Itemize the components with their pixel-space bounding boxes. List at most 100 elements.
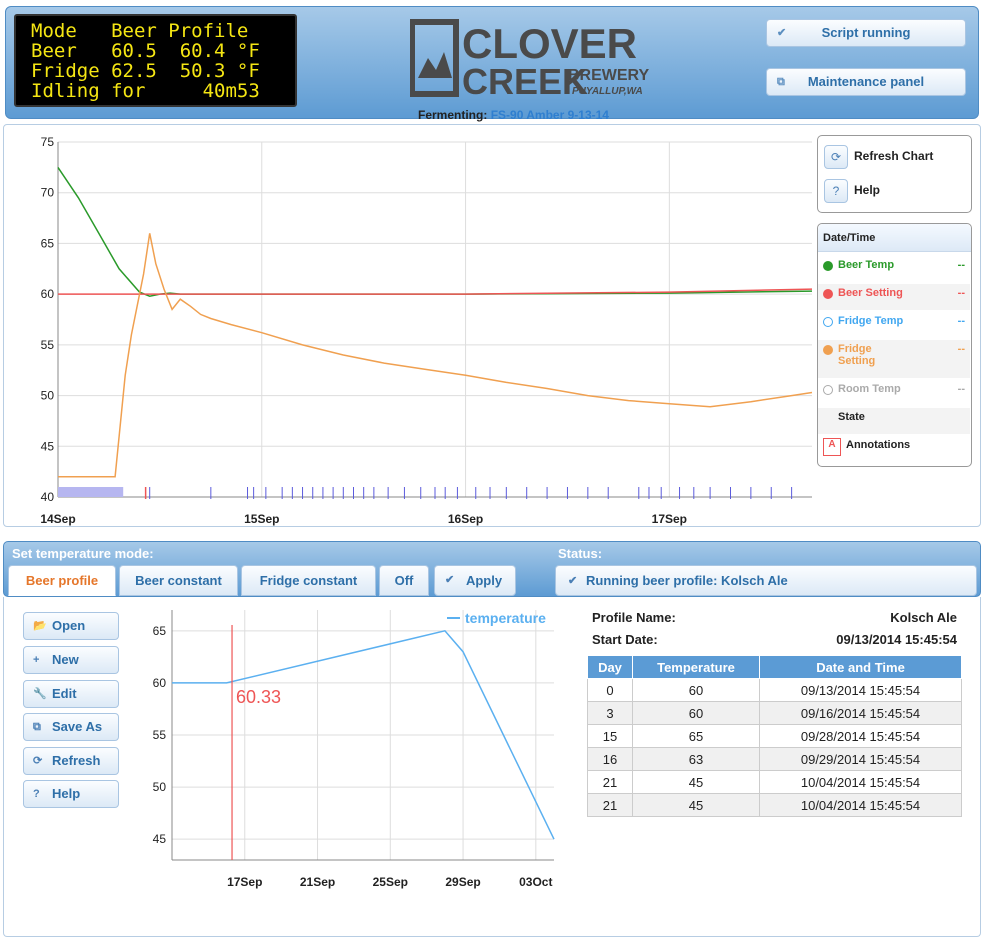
help-label: Help (52, 786, 81, 801)
help-icon[interactable]: ? (824, 179, 848, 203)
legend-label: Fridge Setting (838, 343, 876, 367)
lcd-line: Idling for 40m53 (31, 80, 260, 102)
x-tick-label: 03Oct (519, 875, 552, 889)
table-cell: 45 (632, 793, 760, 817)
tab-off[interactable]: Off (379, 565, 429, 596)
table-row[interactable]: 15 65 09/28/2014 15:45:54 (587, 724, 962, 748)
table-cell: 3 (587, 701, 633, 725)
legend-item[interactable]: Beer Temp -- (818, 256, 970, 282)
legend-label: Annotations (846, 439, 911, 451)
legend-header: Date/Time (818, 224, 971, 252)
legend-label: State (838, 411, 865, 423)
save-as-label: Save As (52, 719, 103, 734)
table-header-row: Day Temperature Date and Time (587, 655, 962, 679)
edit-button[interactable]: 🔧 Edit (23, 680, 119, 708)
x-tick-label: 21Sep (300, 875, 335, 889)
legend-item[interactable]: Fridge Setting -- (818, 340, 970, 378)
current-marker-label: 60.33 (236, 687, 281, 707)
profile-table: Day Temperature Date and Time 0 60 09/13/2… (587, 655, 962, 817)
legend-item[interactable]: Room Temp -- (818, 380, 970, 406)
y-tick-label: 65 (153, 624, 167, 638)
chart-legend: Date/Time Beer Temp -- Beer Setting -- Fridg… (817, 223, 972, 467)
legend-label: Room Temp (838, 383, 901, 395)
temperature-chart[interactable]: 75 70 65 60 55 50 45 40 14Sep 15Sep 16Sep 17Sep (20, 130, 815, 530)
window-icon: ⧉ (777, 76, 785, 88)
table-cell: 45 (632, 770, 760, 794)
help-button[interactable]: ? Help (23, 780, 119, 808)
legend-item[interactable]: State (818, 408, 970, 434)
series-line-2 (58, 233, 813, 478)
script-running-button[interactable]: ✔ Script running (766, 19, 966, 47)
legend-dot-icon (823, 261, 833, 271)
x-tick-label: 17Sep (652, 512, 687, 526)
col-header-day: Day (587, 655, 633, 679)
folder-icon: 📂 (33, 620, 47, 632)
new-button[interactable]: + New (23, 646, 119, 674)
save-as-button[interactable]: ⧉ Save As (23, 713, 119, 741)
check-icon: ✔ (445, 574, 455, 586)
tab-beer-profile[interactable]: Beer profile (8, 565, 116, 596)
wrench-icon: 🔧 (33, 688, 47, 700)
profile-chart[interactable]: 65 60 55 50 45 17Sep 21Sep 25Sep 29Sep 03Oct 60.33… (140, 605, 570, 895)
y-tick-label: 55 (41, 338, 55, 352)
y-tick-label: 55 (153, 728, 167, 742)
help-label[interactable]: Help (854, 183, 880, 197)
fermenting-info: Fermenting: FS-90 Amber 9-13-14 (418, 108, 609, 122)
refresh-button[interactable]: ⟳ Refresh (23, 747, 119, 775)
y-tick-label: 75 (41, 135, 55, 149)
new-label: New (52, 652, 79, 667)
tab-fridge-constant[interactable]: Fridge constant (241, 565, 376, 596)
x-tick-label: 17Sep (227, 875, 262, 889)
table-cell: 60 (632, 678, 760, 702)
table-cell: 16 (587, 747, 633, 771)
lcd-line: Fridge 62.5 50.3 °F (31, 60, 260, 82)
legend-label: temperature (465, 610, 546, 626)
series-line-0 (57, 166, 813, 297)
table-row[interactable]: 0 60 09/13/2014 15:45:54 (587, 678, 962, 702)
table-cell: 21 (587, 793, 633, 817)
status-value: Running beer profile: Kolsch Ale (586, 573, 788, 588)
apply-label: Apply (465, 573, 503, 588)
table-cell: 15 (587, 724, 633, 748)
legend-label: Beer Setting (838, 287, 903, 299)
logo-word4: PUYALLUP,WA (572, 86, 643, 97)
table-row[interactable]: 16 63 09/29/2014 15:45:54 (587, 747, 962, 771)
table-cell: 10/04/2014 15:45:54 (759, 793, 962, 817)
y-tick-label: 45 (153, 832, 167, 846)
edit-label: Edit (52, 686, 77, 701)
maintenance-label: Maintenance panel (807, 74, 925, 89)
legend-dot-icon (823, 385, 833, 395)
legend-dot-icon (823, 289, 833, 299)
refresh-icon[interactable]: ⟳ (824, 145, 848, 169)
tab-beer-constant[interactable]: Beer constant (119, 565, 238, 596)
legend-item[interactable]: A Annotations (818, 436, 970, 462)
maintenance-panel-button[interactable]: ⧉ Maintenance panel (766, 68, 966, 96)
legend-item[interactable]: Beer Setting -- (818, 284, 970, 310)
legend-item[interactable]: Fridge Temp -- (818, 312, 970, 338)
y-tick-label: 60 (153, 676, 167, 690)
refresh-chart-label[interactable]: Refresh Chart (854, 149, 933, 163)
brewery-logo: CLOVER CREEK BREWERY PUYALLUP,WA (410, 19, 650, 98)
profile-name-value: Kolsch Ale (890, 610, 957, 625)
table-row[interactable]: 21 45 10/04/2014 15:45:54 (587, 793, 962, 817)
start-date-value: 09/13/2014 15:45:54 (836, 632, 957, 647)
y-tick-label: 50 (41, 389, 55, 403)
legend-value: -- (957, 287, 965, 299)
y-tick-label: 60 (41, 287, 55, 301)
x-tick-label: 16Sep (448, 512, 483, 526)
lcd-line: Mode Beer Profile (31, 20, 249, 42)
table-cell: 63 (632, 747, 760, 771)
x-tick-label: 25Sep (373, 875, 408, 889)
fermenting-value: FS-90 Amber 9-13-14 (490, 108, 609, 122)
legend-label: Beer Temp (838, 259, 895, 271)
table-row[interactable]: 21 45 10/04/2014 15:45:54 (587, 770, 962, 794)
open-button[interactable]: 📂 Open (23, 612, 119, 640)
legend-value: -- (957, 343, 965, 355)
table-row[interactable]: 3 60 09/16/2014 15:45:54 (587, 701, 962, 725)
help-icon: ? (33, 788, 40, 800)
apply-button[interactable]: ✔ Apply (434, 565, 516, 596)
table-cell: 09/28/2014 15:45:54 (759, 724, 962, 748)
col-header-temperature: Temperature (632, 655, 760, 679)
y-tick-label: 70 (41, 186, 55, 200)
legend-label: Fridge Temp (838, 315, 904, 327)
